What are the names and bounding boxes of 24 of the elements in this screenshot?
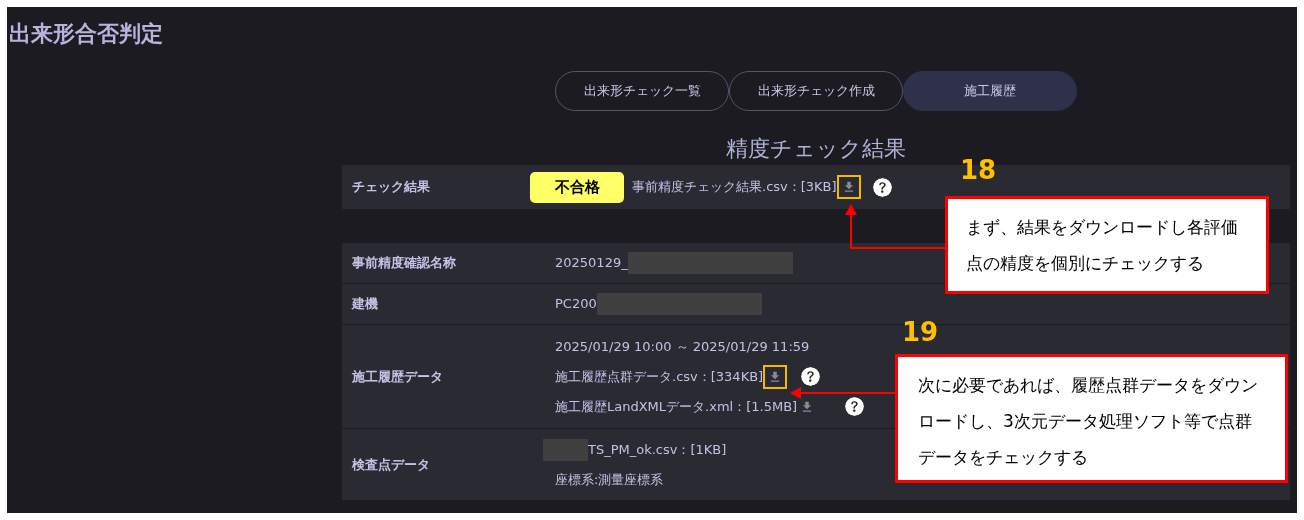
help-icon[interactable] [801, 367, 821, 386]
tab[interactable]: 施工履歴 [903, 71, 1077, 111]
callout-box: まず、結果をダウンロードし各評価点の精度を個別にチェックする [945, 196, 1269, 294]
row-label: 検査点データ [350, 455, 431, 474]
step-number: 19 [902, 319, 939, 345]
result-badge: 不合格 [530, 171, 624, 203]
callout-box: 次に必要であれば、履歴点群データをダウンロードし、3次元データ処理ソフト等で点群データをチェックする [895, 354, 1288, 483]
page-title: 出来形合否判定 [9, 20, 163, 48]
row-label: 事前精度確認名称 [351, 254, 457, 273]
value-text: 2025/01/29 10:00 ～ 2025/01/29 11:59 [555, 337, 810, 356]
value-text: 座標系:測量座標系 [555, 470, 664, 489]
step-number: 18 [960, 157, 997, 183]
section-title: 精度チェック結果 [725, 135, 907, 163]
value-text: 20250129_ [555, 254, 628, 273]
value-text: TS_PM_ok.csv：[1KB] [588, 440, 727, 459]
file-link[interactable]: 施工履歴LandXMLデータ.xml：[1.5MB] [555, 396, 798, 417]
row-label: 建機 [350, 295, 379, 314]
file-link[interactable]: 事前精度チェック結果.csv：[3KB] [632, 177, 837, 197]
value-text: PC200 [555, 295, 597, 314]
row-label: 施工履歴データ [351, 367, 444, 386]
file-link[interactable]: 施工履歴点群データ.csv：[334KB] [555, 366, 764, 387]
row-label: チェック結果 [351, 178, 431, 197]
help-icon[interactable] [872, 177, 892, 197]
help-icon[interactable] [845, 397, 865, 416]
